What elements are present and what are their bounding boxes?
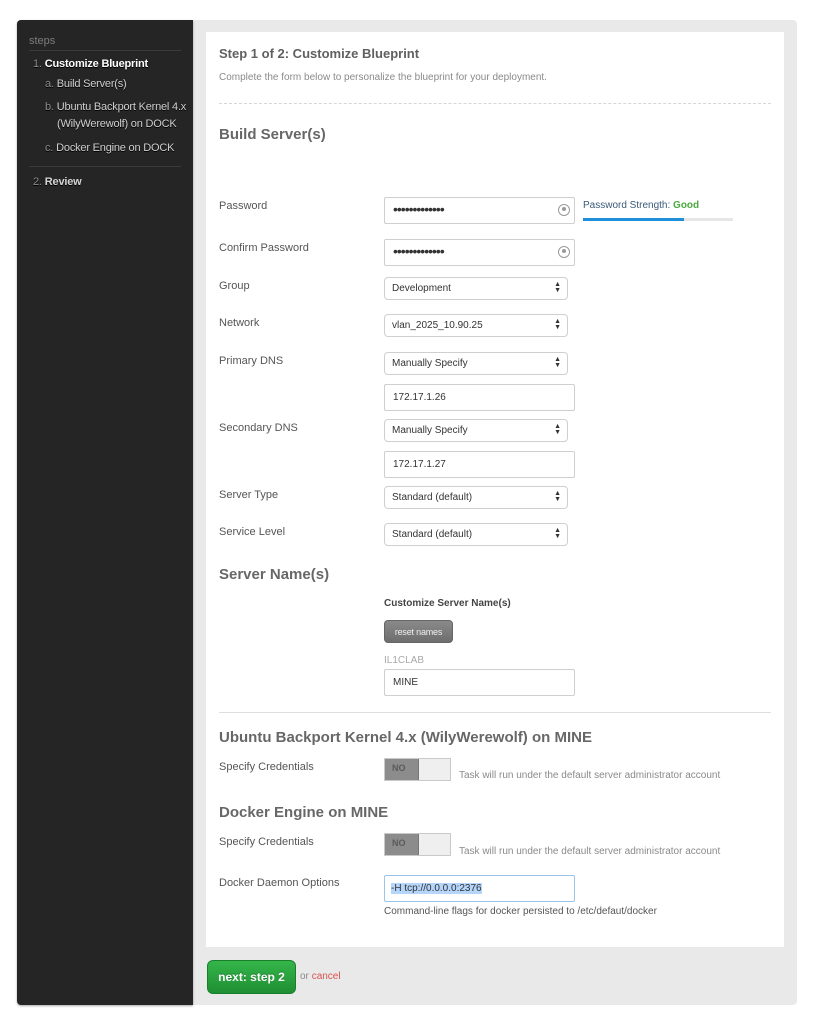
section-heading-ubuntu-kernel: Ubuntu Backport Kernel 4.x (WilyWerewolf… bbox=[219, 729, 592, 746]
group-selected-value: Development bbox=[392, 283, 451, 294]
next-step-button[interactable]: next: step 2 bbox=[207, 960, 296, 994]
group-select[interactable]: Development ▲ ▼ bbox=[384, 277, 568, 300]
customize-server-names-label: Customize Server Name(s) bbox=[384, 598, 511, 609]
step-label: Customize Blueprint bbox=[44, 58, 148, 70]
confirm-password-value: ••••••••••••• bbox=[393, 243, 445, 259]
or-text: or bbox=[300, 971, 309, 982]
select-arrows-icon: ▲ ▼ bbox=[554, 490, 561, 503]
step-label-line2: (WilyWerewolf) on DOCK bbox=[57, 118, 177, 130]
password-strength-fill bbox=[583, 218, 684, 221]
dashed-divider bbox=[219, 103, 771, 104]
page-title: Step 1 of 2: Customize Blueprint bbox=[219, 46, 420, 61]
confirm-password-input[interactable]: ••••••••••••• bbox=[384, 239, 575, 266]
primary-dns-value: 172.17.1.26 bbox=[393, 392, 446, 403]
password-reveal-icon[interactable] bbox=[558, 204, 570, 216]
confirm-password-label: Confirm Password bbox=[219, 242, 309, 254]
primary-dns-mode: Manually Specify bbox=[392, 358, 468, 369]
network-label: Network bbox=[219, 317, 260, 329]
server-type-label: Server Type bbox=[219, 489, 279, 501]
ubuntu-credentials-note: Task will run under the default server a… bbox=[459, 770, 721, 781]
server-name-prefix: IL1CLAB bbox=[384, 655, 425, 666]
step-label: Ubuntu Backport Kernel 4.x bbox=[56, 101, 187, 113]
secondary-dns-value: 172.17.1.27 bbox=[393, 459, 446, 470]
step-letter: b. bbox=[45, 101, 54, 113]
section-heading-server-names: Server Name(s) bbox=[219, 566, 330, 583]
service-level-select[interactable]: Standard (default) ▲ ▼ bbox=[384, 523, 568, 546]
secondary-dns-label: Secondary DNS bbox=[219, 422, 298, 434]
server-name-input[interactable]: MINE bbox=[384, 669, 575, 696]
cancel-area: or cancel bbox=[300, 971, 341, 982]
select-arrows-icon: ▲ ▼ bbox=[554, 281, 561, 294]
sidebar-step-ubuntu-kernel[interactable]: b. Ubuntu Backport Kernel 4.x (WilyWerewo… bbox=[45, 99, 186, 133]
section-divider bbox=[219, 712, 771, 713]
steps-sidebar: steps 1. Customize Blueprint a. Build Serv… bbox=[17, 20, 193, 1005]
sidebar-step-build-servers[interactable]: a. Build Server(s) bbox=[45, 76, 127, 93]
ubuntu-credentials-toggle[interactable]: NO bbox=[384, 758, 451, 781]
docker-daemon-options-value: -H tcp://0.0.0.0:2376 bbox=[391, 883, 482, 894]
primary-dns-select[interactable]: Manually Specify ▲ ▼ bbox=[384, 352, 568, 375]
select-arrows-icon: ▲ ▼ bbox=[554, 356, 561, 369]
docker-credentials-label: Specify Credentials bbox=[219, 836, 314, 848]
service-level-selected-value: Standard (default) bbox=[392, 529, 473, 540]
docker-daemon-options-help: Command-line flags for docker persisted … bbox=[384, 906, 657, 917]
service-level-label: Service Level bbox=[219, 526, 286, 538]
group-label: Group bbox=[219, 280, 250, 292]
password-reveal-icon[interactable] bbox=[558, 246, 570, 258]
server-type-selected-value: Standard (default) bbox=[392, 492, 473, 503]
docker-daemon-options-input[interactable]: -H tcp://0.0.0.0:2376 bbox=[384, 875, 575, 902]
password-strength: Password Strength: Good bbox=[583, 200, 699, 211]
sidebar-step-review[interactable]: 2. Review bbox=[33, 174, 82, 191]
password-strength-bar bbox=[583, 218, 733, 221]
step-number: 1. bbox=[33, 58, 42, 70]
password-strength-value: Good bbox=[673, 200, 700, 211]
section-heading-build-servers: Build Server(s) bbox=[219, 126, 326, 143]
server-type-select[interactable]: Standard (default) ▲ ▼ bbox=[384, 486, 568, 509]
toggle-state-label: NO bbox=[385, 834, 419, 855]
sidebar-divider bbox=[29, 50, 181, 51]
password-value: ••••••••••••• bbox=[393, 201, 445, 217]
docker-daemon-options-label: Docker Daemon Options bbox=[219, 877, 340, 889]
secondary-dns-input[interactable]: 172.17.1.27 bbox=[384, 451, 575, 478]
docker-credentials-toggle[interactable]: NO bbox=[384, 833, 451, 856]
server-name-value: MINE bbox=[393, 677, 418, 688]
primary-dns-input[interactable]: 172.17.1.26 bbox=[384, 384, 575, 411]
cancel-link[interactable]: cancel bbox=[312, 971, 341, 982]
secondary-dns-mode: Manually Specify bbox=[392, 425, 468, 436]
steps-heading: steps bbox=[29, 35, 56, 47]
password-input[interactable]: ••••••••••••• bbox=[384, 197, 575, 224]
toggle-state-label: NO bbox=[385, 759, 419, 780]
select-arrows-icon: ▲ ▼ bbox=[554, 527, 561, 540]
page-subtitle: Complete the form below to personalize t… bbox=[219, 72, 547, 83]
primary-dns-label: Primary DNS bbox=[219, 355, 284, 367]
docker-credentials-note: Task will run under the default server a… bbox=[459, 846, 721, 857]
form-panel: Step 1 of 2: Customize Blueprint Complet… bbox=[206, 32, 784, 947]
select-arrows-icon: ▲ ▼ bbox=[554, 423, 561, 436]
secondary-dns-select[interactable]: Manually Specify ▲ ▼ bbox=[384, 419, 568, 442]
sidebar-step-docker-engine[interactable]: c. Docker Engine on DOCK bbox=[45, 140, 174, 157]
network-select[interactable]: vlan_2025_10.90.25 ▲ ▼ bbox=[384, 314, 568, 337]
reset-names-button[interactable]: reset names bbox=[384, 620, 453, 643]
sidebar-step-customize-blueprint[interactable]: 1. Customize Blueprint bbox=[33, 56, 148, 73]
step-label: Docker Engine on DOCK bbox=[56, 142, 175, 154]
network-selected-value: vlan_2025_10.90.25 bbox=[392, 320, 483, 331]
step-number: 2. bbox=[33, 176, 42, 188]
sidebar-divider bbox=[29, 166, 181, 167]
step-letter: c. bbox=[45, 142, 54, 154]
step-letter: a. bbox=[45, 78, 54, 90]
password-label: Password bbox=[219, 200, 268, 212]
step-label: Build Server(s) bbox=[56, 78, 127, 90]
step-label: Review bbox=[44, 176, 82, 188]
ubuntu-credentials-label: Specify Credentials bbox=[219, 761, 314, 773]
select-arrows-icon: ▲ ▼ bbox=[554, 318, 561, 331]
password-strength-label: Password Strength: bbox=[583, 200, 671, 211]
section-heading-docker-engine: Docker Engine on MINE bbox=[219, 804, 389, 821]
